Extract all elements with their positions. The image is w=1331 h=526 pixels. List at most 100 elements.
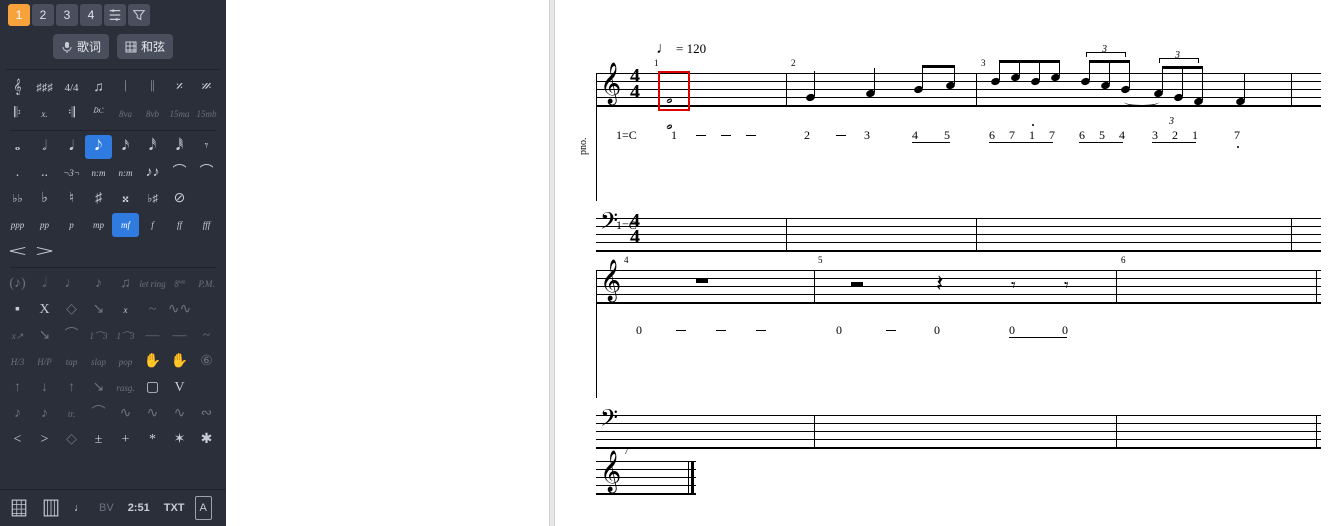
vertical-splitter[interactable]: [549, 0, 555, 526]
voice-tab-2[interactable]: 2: [32, 4, 54, 26]
hand-closed-icon[interactable]: ✋: [166, 350, 193, 374]
txt-button[interactable]: TXT: [160, 496, 189, 520]
quindicesima-up-icon[interactable]: 15ma: [166, 102, 193, 126]
ghost-note-icon[interactable]: (♪): [4, 272, 31, 296]
palm-mute-icon[interactable]: P.M.: [193, 272, 220, 296]
wavy-icon[interactable]: ~: [193, 324, 220, 348]
voice-tab-4[interactable]: 4: [80, 4, 102, 26]
ottava-down-icon[interactable]: 8vb: [139, 102, 166, 126]
harmonic-icon[interactable]: ◇: [58, 298, 85, 322]
barline-double-icon[interactable]: 𝄁: [139, 76, 166, 100]
ornament-2-icon[interactable]: ♪: [31, 402, 58, 426]
trill-icon[interactable]: tr.: [58, 402, 85, 426]
note-sixteenth-icon[interactable]: 𝅘𝅥𝅯: [112, 135, 139, 159]
slide-in-up-icon[interactable]: x↗: [4, 324, 31, 348]
clef-treble-icon[interactable]: 𝄞: [4, 76, 31, 100]
wide-vibrato-icon[interactable]: ∿∿: [166, 298, 193, 322]
grace-beamed-icon[interactable]: ♫: [112, 272, 139, 296]
hammer-pull-icon[interactable]: H/P: [31, 350, 58, 374]
note-eighth-icon[interactable]: 𝅘𝅥𝅮: [85, 135, 112, 159]
grace-eighth-icon[interactable]: ♪: [85, 272, 112, 296]
grace-half-icon[interactable]: 𝅗𝅥: [31, 272, 58, 296]
bv-button[interactable]: BV: [95, 496, 118, 520]
fermata-icon[interactable]: ✱: [193, 428, 220, 452]
time-signature-button[interactable]: 4/4: [58, 76, 85, 100]
free-time-button[interactable]: ♫: [85, 76, 112, 100]
tremolo-icon[interactable]: ∿: [166, 402, 193, 426]
wavy-line-icon[interactable]: ∾: [193, 402, 220, 426]
treble-staff-3[interactable]: 𝄞 7: [596, 456, 696, 506]
repeat-alt-icon[interactable]: x.: [31, 102, 58, 126]
accent-1-icon[interactable]: <: [4, 428, 31, 452]
voice-tab-3[interactable]: 3: [56, 4, 78, 26]
legato-line-icon[interactable]: —: [139, 324, 166, 348]
staccato-icon[interactable]: *: [139, 428, 166, 452]
dynamic-ppp[interactable]: ppp: [4, 213, 31, 237]
bass-staff-2[interactable]: 𝄢: [596, 410, 1321, 460]
accent-2-icon[interactable]: >: [31, 428, 58, 452]
upstroke-icon[interactable]: V: [166, 376, 193, 400]
chord-button[interactable]: 和弦: [117, 34, 173, 59]
treble-staff-1[interactable]: 𝄞 44 1 2 3 𝅗𝅗: [596, 68, 1321, 118]
tuplet-nm-icon[interactable]: n:m: [85, 161, 112, 185]
double-sharp-icon[interactable]: 𝄪: [112, 187, 139, 211]
ottava-up-icon[interactable]: 8va: [112, 102, 139, 126]
natural-icon[interactable]: ♮: [58, 187, 85, 211]
x-small-icon[interactable]: x: [112, 298, 139, 322]
double-dot-icon[interactable]: ..: [31, 161, 58, 185]
barline-single-icon[interactable]: 𝄀: [112, 76, 139, 100]
dynamic-mp[interactable]: mp: [85, 213, 112, 237]
dynamic-f[interactable]: f: [139, 213, 166, 237]
double-flat-icon[interactable]: ♭♭: [4, 187, 31, 211]
lyrics-button[interactable]: 歌词: [53, 34, 109, 59]
no-acc-icon[interactable]: ⊘: [166, 187, 193, 211]
flat-icon[interactable]: ♭: [31, 187, 58, 211]
bass-staff-1[interactable]: 𝄢 44: [596, 213, 1321, 263]
courtesy-acc-icon[interactable]: ♭♯: [139, 187, 166, 211]
coda-icon[interactable]: 𝄊: [85, 102, 112, 126]
voice-tab-1[interactable]: 1: [8, 4, 30, 26]
arpeggio-down-icon[interactable]: ↘: [85, 376, 112, 400]
half-rest[interactable]: [851, 282, 863, 287]
slide-down-icon[interactable]: ↘: [85, 298, 112, 322]
treble-staff-2[interactable]: 𝄞 4 5 6 𝄽 𝄾 𝄾: [596, 265, 1321, 315]
arpeggio-up-icon[interactable]: ↑: [58, 376, 85, 400]
dead-note-icon[interactable]: ▪: [4, 298, 31, 322]
eighth-rest[interactable]: 𝄾: [1011, 275, 1016, 296]
fretboard-icon[interactable]: [38, 496, 64, 520]
dot-icon[interactable]: .: [4, 161, 31, 185]
beam-icon[interactable]: ♪♪: [139, 161, 166, 185]
tap-icon[interactable]: tap: [58, 350, 85, 374]
tenuto-icon[interactable]: ✶: [166, 428, 193, 452]
eighth-rest[interactable]: 𝄾: [1064, 275, 1069, 296]
slide-legato-icon[interactable]: 1⌒3: [112, 324, 139, 348]
chord-diagram-icon[interactable]: [6, 496, 32, 520]
fermata-diamond-icon[interactable]: ◇: [58, 428, 85, 452]
sharp-icon[interactable]: ♯: [85, 187, 112, 211]
multivoice-icon[interactable]: [104, 4, 126, 26]
note-whole-icon[interactable]: 𝅝: [4, 135, 31, 159]
note-sixtyfourth-icon[interactable]: 𝅘𝅥𝅱: [166, 135, 193, 159]
bend-icon[interactable]: ⌒: [58, 324, 85, 348]
dynamic-mf[interactable]: mf: [112, 213, 139, 237]
pop-icon[interactable]: pop: [112, 350, 139, 374]
slur-icon[interactable]: ⌒: [193, 161, 220, 185]
metronome-icon[interactable]: ♩: [70, 496, 89, 520]
mordent-icon[interactable]: ∿: [112, 402, 139, 426]
slide-1-3-icon[interactable]: 1⌒3: [85, 324, 112, 348]
grace-quarter-icon[interactable]: ♩: [58, 272, 85, 296]
slide-out-down-icon[interactable]: ↘: [31, 324, 58, 348]
a-button[interactable]: A: [195, 496, 212, 520]
slap-icon[interactable]: slap: [85, 350, 112, 374]
staccato-line-icon[interactable]: —: [166, 324, 193, 348]
decrescendo-icon[interactable]: [31, 239, 58, 263]
note-thirtysecond-icon[interactable]: 𝅘𝅥𝅰: [139, 135, 166, 159]
whole-rest[interactable]: [696, 278, 708, 283]
rasgueado-icon[interactable]: rasg.: [112, 376, 139, 400]
note-quarter-icon[interactable]: 𝅘𝅥: [58, 135, 85, 159]
filter-icon[interactable]: [128, 4, 150, 26]
let-ring-icon[interactable]: let ring: [139, 272, 166, 296]
rest-icon[interactable]: 𝄾: [193, 135, 220, 159]
quarter-rest[interactable]: 𝄽: [936, 271, 943, 298]
repeat-sign-1-icon[interactable]: 𝄎: [166, 76, 193, 100]
